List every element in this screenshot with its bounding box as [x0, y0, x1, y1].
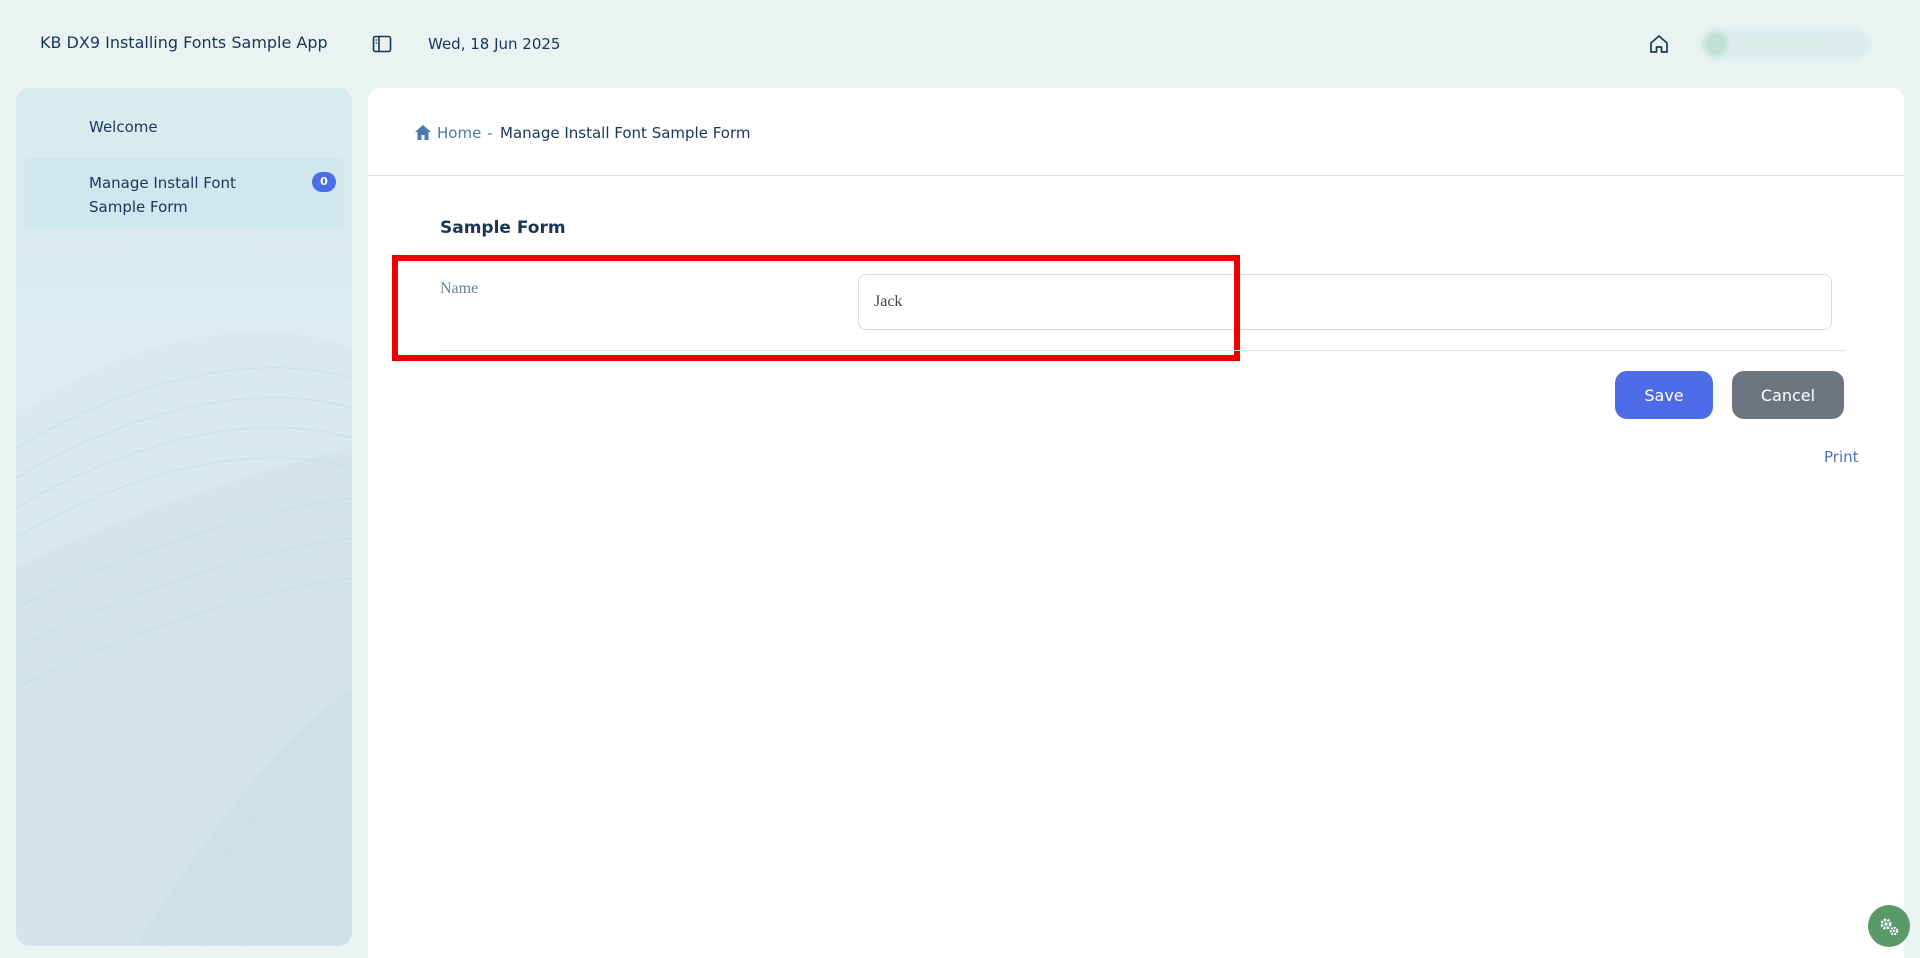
avatar: [1704, 32, 1728, 56]
save-button[interactable]: Save: [1615, 371, 1713, 419]
breadcrumb-current: Manage Install Font Sample Form: [500, 124, 751, 142]
divider: [368, 175, 1904, 176]
count-badge: 0: [312, 172, 336, 192]
divider: [440, 350, 1846, 351]
highlight-annotation-box: [392, 255, 1240, 361]
header-date: Wed, 18 Jun 2025: [428, 35, 561, 53]
home-icon[interactable]: [414, 124, 432, 141]
form-title: Sample Form: [440, 218, 566, 238]
user-name-blurred: [1740, 37, 1820, 49]
sidebar-item-label: Manage Install Font Sample Form: [89, 174, 236, 216]
settings-button[interactable]: [1868, 905, 1910, 947]
sidebar-item-welcome[interactable]: Welcome: [24, 108, 344, 148]
cancel-button[interactable]: Cancel: [1732, 371, 1844, 419]
sidebar: Welcome Manage Install Font Sample Form …: [16, 88, 352, 946]
main-panel: Home - Manage Install Font Sample Form S…: [368, 88, 1904, 958]
app-title: KB DX9 Installing Fonts Sample App: [40, 33, 328, 52]
top-header: KB DX9 Installing Fonts Sample App Wed, …: [0, 0, 1920, 88]
breadcrumb-separator: -: [487, 124, 493, 142]
gears-icon: [1880, 918, 1899, 936]
breadcrumb-home-link[interactable]: Home: [437, 124, 481, 142]
print-link[interactable]: Print: [1824, 448, 1859, 466]
sidebar-item-label: Welcome: [89, 118, 158, 136]
sidebar-toggle-icon[interactable]: [372, 35, 392, 53]
user-menu[interactable]: [1700, 28, 1870, 60]
home-icon[interactable]: [1648, 33, 1670, 55]
sidebar-item-manage-install-font-sample-form[interactable]: Manage Install Font Sample Form 0: [24, 158, 344, 228]
